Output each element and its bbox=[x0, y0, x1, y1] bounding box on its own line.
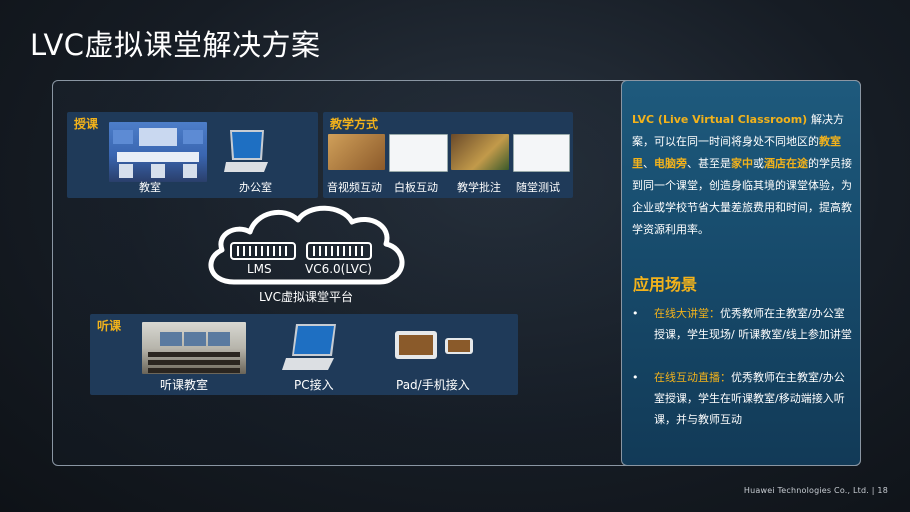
whiteboard-thumb bbox=[389, 134, 448, 172]
laptop-icon bbox=[222, 128, 270, 174]
scenario-highlight: 在线互动直播： bbox=[654, 371, 731, 384]
method-card-header: 教学方式 bbox=[330, 117, 379, 131]
phone-icon bbox=[444, 337, 474, 355]
method-card: 教学方式 音视频互动 白板互动 教学批注 随堂测试 bbox=[323, 112, 573, 198]
desc-text-3: 、甚至是 bbox=[687, 157, 731, 170]
page-title: LVC虚拟课堂解决方案 bbox=[30, 28, 321, 62]
teach-item-classroom: 教室 bbox=[139, 181, 161, 194]
scenario-item: • 在线大讲堂：优秀教师在主教室/办公室授课，学生现场/ 听课教室/线上参加讲堂 bbox=[632, 303, 852, 345]
quiz-thumb bbox=[513, 134, 570, 172]
listening-classroom-image bbox=[142, 322, 246, 374]
method-item-annotation: 教学批注 bbox=[457, 181, 501, 194]
scenario-highlight: 在线大讲堂： bbox=[654, 307, 720, 320]
bullet-dot: • bbox=[632, 371, 639, 384]
desc-text-2: 、 bbox=[643, 157, 654, 170]
annotation-thumb bbox=[451, 134, 509, 170]
desc-highlight-home: 家中 bbox=[731, 157, 753, 170]
lms-server-icon bbox=[230, 242, 296, 260]
teach-item-office: 办公室 bbox=[239, 181, 272, 194]
listen-item-pad: Pad/手机接入 bbox=[396, 378, 470, 392]
listen-card-header: 听课 bbox=[97, 319, 122, 333]
method-item-quiz: 随堂测试 bbox=[516, 181, 560, 194]
teach-card: 授课 教室 办公室 bbox=[67, 112, 318, 198]
description-panel: LVC (Live Virtual Classroom) 解决方案，可以在同一时… bbox=[621, 80, 861, 466]
vc-server-icon bbox=[306, 242, 372, 260]
desc-text-4: 或 bbox=[753, 157, 764, 170]
listen-item-classroom: 听课教室 bbox=[160, 378, 209, 392]
lms-label: LMS bbox=[247, 262, 272, 276]
vc-label: VC6.0(LVC) bbox=[305, 262, 372, 276]
listen-card: 听课 听课教室 PC接入 Pad/手机接入 bbox=[90, 314, 518, 395]
solution-description: LVC (Live Virtual Classroom) 解决方案，可以在同一时… bbox=[632, 109, 852, 241]
teach-card-header: 授课 bbox=[74, 117, 99, 131]
bullet-dot: • bbox=[632, 307, 639, 320]
method-item-whiteboard: 白板互动 bbox=[394, 181, 438, 194]
scenarios-title: 应用场景 bbox=[633, 275, 698, 294]
method-item-av: 音视频互动 bbox=[327, 181, 382, 194]
listen-item-pc: PC接入 bbox=[294, 378, 334, 392]
lvc-name: LVC (Live Virtual Classroom) bbox=[632, 113, 812, 126]
av-interaction-thumb bbox=[328, 134, 385, 170]
desc-highlight-hotel: 酒店在途 bbox=[764, 157, 808, 170]
footer-text: Huawei Technologies Co., Ltd. | 18 bbox=[743, 486, 888, 495]
tablet-icon bbox=[394, 330, 438, 360]
scenario-item: • 在线互动直播：优秀教师在主教室/办公室授课，学生在听课教室/移动端接入听课，… bbox=[632, 367, 852, 430]
classroom-image bbox=[109, 122, 207, 182]
desc-highlight-pc: 电脑旁 bbox=[654, 157, 687, 170]
pc-laptop-icon bbox=[280, 322, 340, 372]
platform-label: LVC虚拟课堂平台 bbox=[259, 290, 353, 304]
